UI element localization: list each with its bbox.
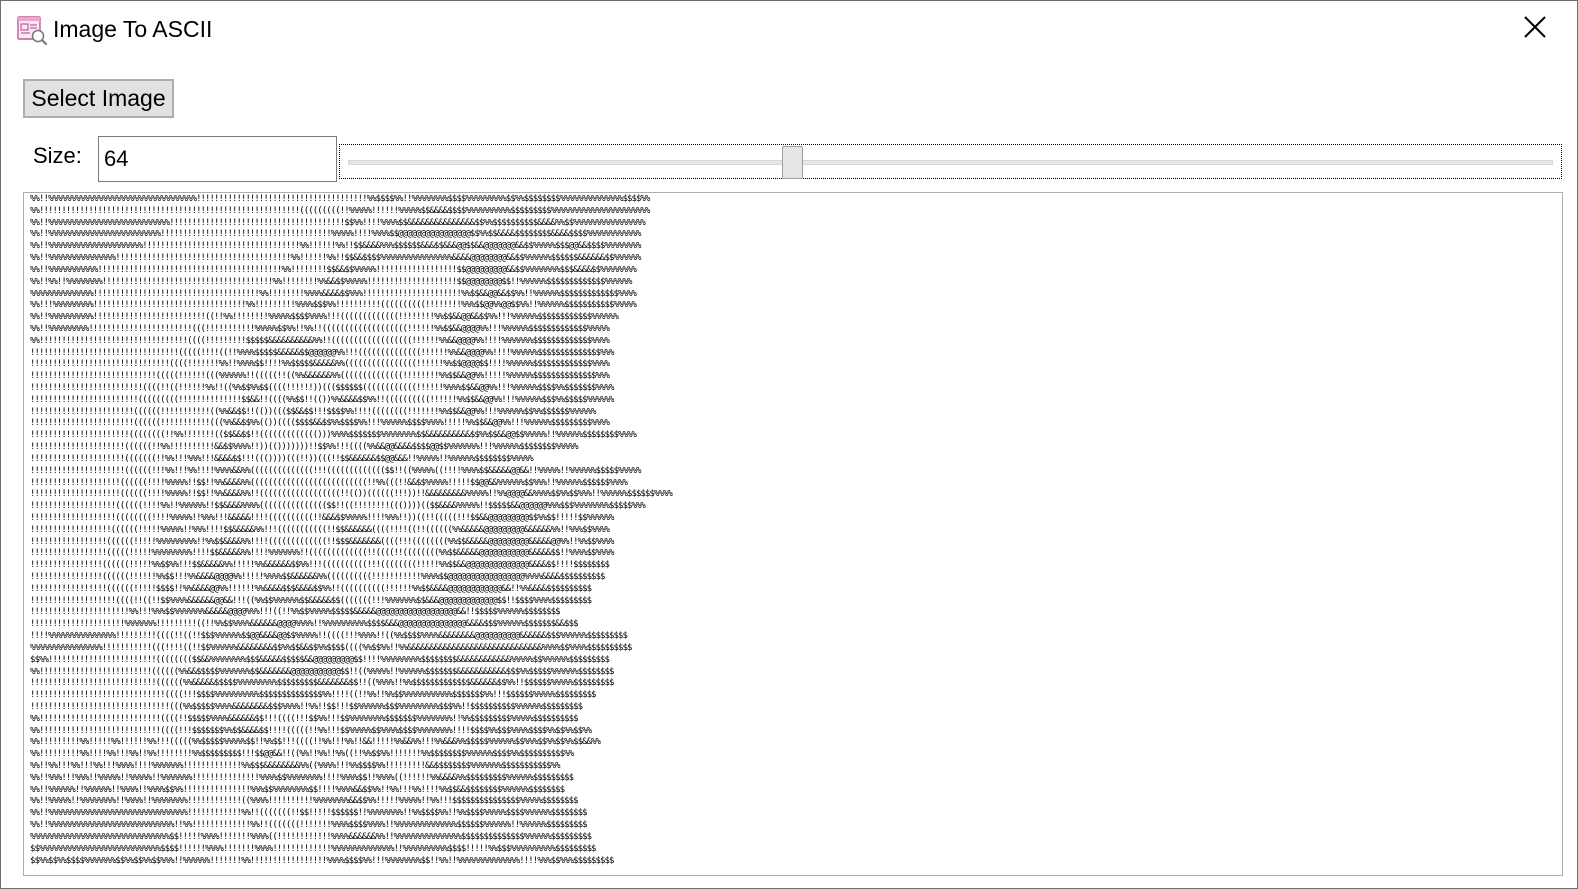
select-image-button[interactable]: Select Image — [23, 79, 174, 118]
close-icon — [1524, 15, 1546, 43]
size-label: Size: — [33, 143, 82, 168]
slider-thumb[interactable] — [781, 146, 803, 179]
size-input[interactable] — [98, 136, 337, 182]
image-search-icon — [16, 14, 48, 46]
title-bar: Image To ASCII — [1, 1, 1577, 59]
window-title: Image To ASCII — [53, 16, 213, 42]
ascii-output-text: %%!!%%%%%%%%%%%%%%%%%%%%%%%%%%%%%%%%%!!!… — [30, 194, 673, 866]
size-slider[interactable] — [339, 144, 1562, 179]
slider-track[interactable] — [348, 160, 1553, 165]
close-button[interactable] — [1513, 9, 1557, 49]
app-window: Image To ASCII Select Image Size: %%!!%%… — [0, 0, 1578, 889]
ascii-output-area[interactable]: %%!!%%%%%%%%%%%%%%%%%%%%%%%%%%%%%%%%%!!!… — [23, 192, 1563, 876]
